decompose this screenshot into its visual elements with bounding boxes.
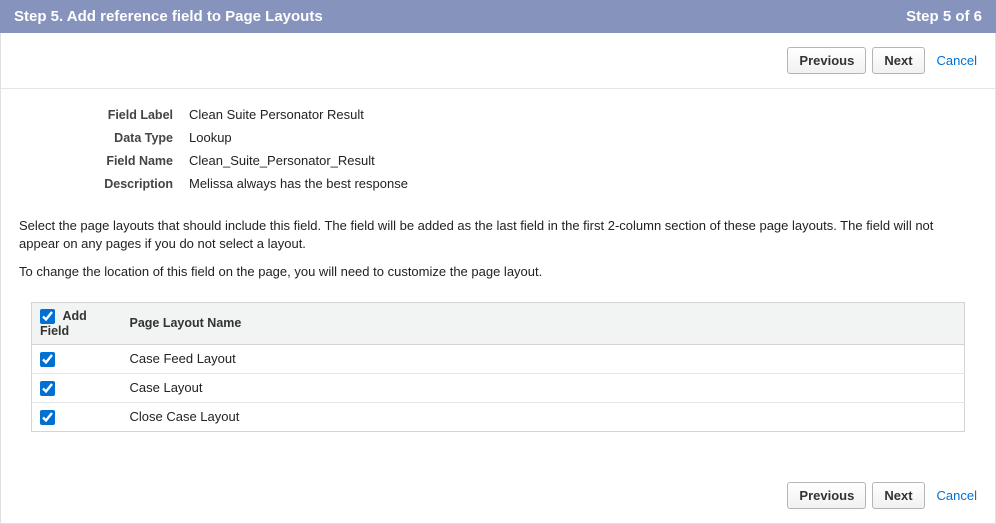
field-name-value: Clean_Suite_Personator_Result bbox=[189, 153, 375, 168]
field-name-label: Field Name bbox=[19, 154, 189, 168]
row-checkbox[interactable] bbox=[40, 381, 55, 396]
next-button[interactable]: Next bbox=[872, 47, 924, 74]
layout-name: Case Layout bbox=[122, 373, 965, 402]
previous-button[interactable]: Previous bbox=[787, 482, 866, 509]
page-layouts-table: Add Field Page Layout Name Case Feed Lay… bbox=[31, 302, 965, 432]
select-all-checkbox[interactable] bbox=[40, 309, 55, 324]
table-row: Case Layout bbox=[32, 373, 965, 402]
description-label: Description bbox=[19, 177, 189, 191]
table-row: Case Feed Layout bbox=[32, 344, 965, 373]
field-summary: Field Label Clean Suite Personator Resul… bbox=[1, 89, 995, 209]
top-button-row: Previous Next Cancel bbox=[1, 33, 995, 89]
wizard-step-indicator: Step 5 of 6 bbox=[906, 8, 982, 25]
data-type-value: Lookup bbox=[189, 130, 232, 145]
next-button[interactable]: Next bbox=[872, 482, 924, 509]
cancel-link[interactable]: Cancel bbox=[937, 53, 977, 68]
table-header-name: Page Layout Name bbox=[122, 302, 965, 344]
wizard-title: Step 5. Add reference field to Page Layo… bbox=[14, 8, 323, 25]
cancel-link[interactable]: Cancel bbox=[937, 488, 977, 503]
description-value: Melissa always has the best response bbox=[189, 176, 408, 191]
wizard-header: Step 5. Add reference field to Page Layo… bbox=[0, 0, 996, 33]
field-label-value: Clean Suite Personator Result bbox=[189, 107, 364, 122]
field-label-label: Field Label bbox=[19, 108, 189, 122]
table-header-add: Add Field bbox=[32, 302, 122, 344]
instructions: Select the page layouts that should incl… bbox=[1, 209, 995, 298]
bottom-button-row: Previous Next Cancel bbox=[1, 432, 995, 523]
previous-button[interactable]: Previous bbox=[787, 47, 866, 74]
row-checkbox[interactable] bbox=[40, 410, 55, 425]
data-type-label: Data Type bbox=[19, 131, 189, 145]
layout-name: Case Feed Layout bbox=[122, 344, 965, 373]
table-row: Close Case Layout bbox=[32, 402, 965, 431]
layout-name: Close Case Layout bbox=[122, 402, 965, 431]
row-checkbox[interactable] bbox=[40, 352, 55, 367]
instructions-p1: Select the page layouts that should incl… bbox=[19, 217, 977, 253]
instructions-p2: To change the location of this field on … bbox=[19, 263, 977, 281]
